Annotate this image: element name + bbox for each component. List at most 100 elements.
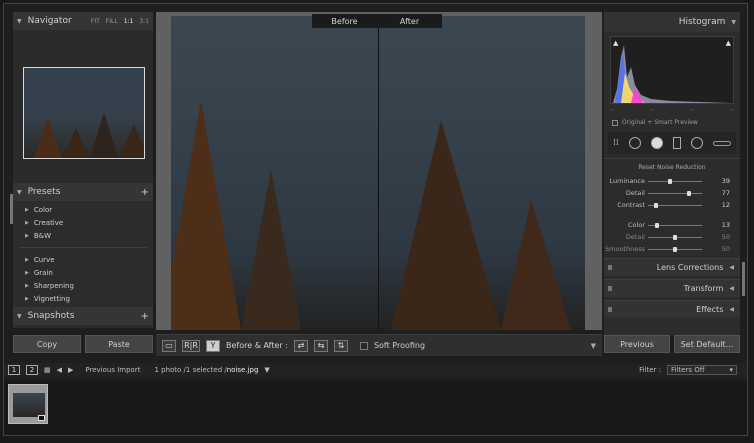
right-panel-scrollbar[interactable] (742, 262, 745, 296)
histogram-graph[interactable]: ▲ ▲ (610, 36, 734, 104)
collapse-triangle-icon[interactable]: ▼ (17, 189, 22, 196)
preset-group[interactable]: ▶ Vignetting (13, 292, 153, 305)
zoom-1-1[interactable]: 1:1 (124, 18, 134, 25)
slider-track[interactable] (648, 190, 702, 196)
add-snapshot-icon[interactable]: + (141, 311, 149, 322)
loupe-view-icon[interactable]: ▭ (162, 339, 176, 352)
preset-group[interactable]: ▶ Color (13, 203, 153, 216)
navigator-header[interactable]: ▼ Navigator FIT FILL 1:1 3:1 (13, 12, 153, 30)
previous-button[interactable]: Previous (604, 335, 670, 353)
slider-value[interactable]: 77 (702, 189, 730, 197)
panel-switch-icon[interactable] (608, 286, 612, 291)
left-panel-scrollbar[interactable] (10, 194, 13, 224)
zoom-fit[interactable]: FIT (91, 18, 100, 25)
slider-value[interactable]: 13 (702, 221, 730, 229)
preset-group-label: B&W (33, 231, 52, 240)
slider-knob[interactable] (667, 178, 672, 184)
preset-group-label: Sharpening (33, 281, 74, 290)
toolbar-menu-icon[interactable]: ▼ (591, 342, 596, 350)
slider-track[interactable] (648, 234, 702, 240)
slider-value[interactable]: 12 (702, 201, 730, 209)
adjustment-brush-tool-icon[interactable] (712, 140, 731, 146)
highlight-clipping-icon[interactable]: ▲ (726, 39, 731, 47)
source-label[interactable]: Previous Import (85, 366, 140, 374)
grid-view-icon[interactable]: ▦ (44, 366, 51, 374)
section-title: Transform (683, 284, 724, 293)
set-default-button[interactable]: Set Default... (674, 335, 740, 353)
slider-track[interactable] (648, 246, 702, 252)
spot-removal-tool-icon[interactable] (628, 137, 641, 149)
divider (19, 247, 147, 248)
forward-arrow-icon[interactable]: ▶ (68, 366, 73, 374)
expand-triangle-icon: ▶ (25, 295, 29, 302)
navigator-image[interactable] (23, 67, 145, 159)
slider-track[interactable] (648, 202, 702, 208)
slider-track[interactable] (648, 222, 702, 228)
transform-header[interactable]: Transform ◀ (604, 279, 740, 297)
noise-reduction-section: Reset Noise Reduction Luminance 39 Detail 7… (604, 158, 740, 255)
presets-header[interactable]: ▼ Presets + (13, 183, 153, 201)
effects-header[interactable]: Effects ◀ (604, 300, 740, 318)
panel-switch-icon[interactable] (608, 265, 612, 270)
app-window: ▼ Navigator FIT FILL 1:1 3:1 ▼ Presets +… (3, 3, 748, 436)
page-1-button[interactable]: 1 (8, 365, 20, 375)
expand-triangle-icon[interactable]: ◀ (729, 306, 734, 313)
snapshots-title: Snapshots (27, 311, 75, 321)
filmstrip-thumbnail[interactable] (8, 384, 48, 424)
histogram-ticks: – – – – (610, 106, 734, 113)
panel-switch-icon[interactable] (608, 307, 612, 312)
preview-status: Original + Smart Preview (612, 119, 734, 126)
radial-filter-tool-icon[interactable] (690, 137, 703, 149)
slider-value[interactable]: 50 (702, 245, 730, 253)
collapse-triangle-icon[interactable]: ▼ (731, 19, 736, 26)
red-eye-tool-icon[interactable] (650, 137, 663, 149)
snapshots-header[interactable]: ▼ Snapshots + (13, 307, 153, 325)
histogram-header[interactable]: Histogram ▼ (604, 12, 740, 32)
navigator-preview[interactable] (13, 33, 153, 183)
split-view-icon[interactable]: Y (206, 339, 220, 352)
navigator-zoom-options: FIT FILL 1:1 3:1 (91, 18, 149, 25)
swap-before-after-icon[interactable]: ⇅ (333, 339, 348, 352)
page-2-button[interactable]: 2 (26, 365, 38, 375)
slider-knob[interactable] (673, 246, 677, 252)
collapse-triangle-icon[interactable]: ▼ (17, 18, 22, 25)
filename-dropdown-icon[interactable]: ▼ (264, 366, 269, 374)
copy-after-to-before-icon[interactable]: ⇆ (313, 339, 328, 352)
slider-value[interactable]: 50 (702, 233, 730, 241)
navigator-title: Navigator (27, 16, 72, 26)
preset-group[interactable]: ▶ Sharpening (13, 279, 153, 292)
slider-knob[interactable] (654, 202, 658, 208)
expand-triangle-icon[interactable]: ◀ (729, 285, 734, 292)
preset-group[interactable]: ▶ B&W (13, 229, 153, 242)
noise-reduction-title[interactable]: Reset Noise Reduction (604, 164, 740, 171)
filter-select[interactable]: Filters Off ▾ (667, 365, 737, 375)
collapse-triangle-icon[interactable]: ▼ (17, 313, 22, 320)
preset-group[interactable]: ▶ Curve (13, 253, 153, 266)
slider-knob[interactable] (673, 234, 677, 240)
copy-button[interactable]: Copy (13, 335, 81, 353)
shadow-clipping-icon[interactable]: ▲ (613, 39, 618, 47)
zoom-fill[interactable]: FILL (106, 18, 118, 25)
tree-shape (34, 118, 62, 158)
preset-group[interactable]: ▶ Creative (13, 216, 153, 229)
preset-group[interactable]: ▶ Grain (13, 266, 153, 279)
before-after-photo[interactable] (171, 16, 585, 330)
slider-value[interactable]: 39 (702, 177, 730, 185)
slider-knob[interactable] (654, 222, 659, 228)
copy-before-to-after-icon[interactable]: ⇄ (293, 339, 308, 352)
slider-knob[interactable] (686, 190, 691, 196)
preset-group-label: Vignetting (33, 294, 70, 303)
crop-tool-icon[interactable]: ⁞⁞ (613, 138, 619, 148)
lens-corrections-header[interactable]: Lens Corrections ◀ (604, 258, 740, 276)
slider-track[interactable] (648, 178, 702, 184)
expand-triangle-icon[interactable]: ◀ (729, 264, 734, 271)
paste-button[interactable]: Paste (85, 335, 153, 353)
slider-label: Contrast (617, 201, 645, 209)
add-preset-icon[interactable]: + (141, 187, 149, 198)
before-after-view-icon[interactable]: R|R (182, 339, 200, 352)
before-after-label: Before & After : (226, 341, 288, 350)
zoom-3-1[interactable]: 3:1 (139, 18, 149, 25)
soft-proofing-checkbox[interactable] (359, 341, 368, 350)
back-arrow-icon[interactable]: ◀ (57, 366, 62, 374)
graduated-filter-tool-icon[interactable] (672, 137, 681, 149)
